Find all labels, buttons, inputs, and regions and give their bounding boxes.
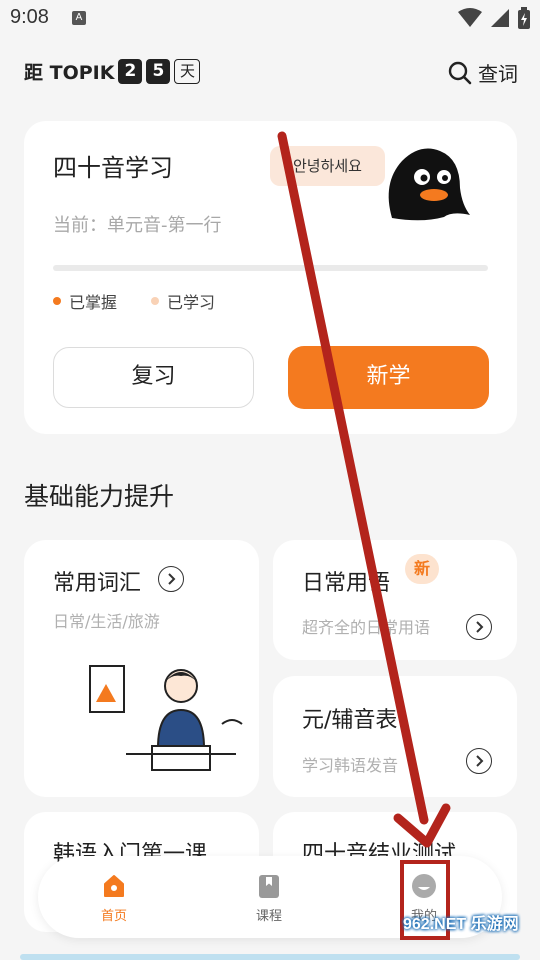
chevron-right-icon[interactable] xyxy=(158,566,184,592)
chevron-right-icon[interactable] xyxy=(466,748,492,774)
progress-bar xyxy=(53,265,488,271)
lookup-button[interactable]: 查词 xyxy=(448,58,518,87)
search-icon xyxy=(448,61,472,84)
notification-icon: A xyxy=(72,11,86,25)
chevron-right-icon[interactable] xyxy=(466,614,492,640)
greeting-bubble: 안녕하세요 xyxy=(270,146,385,186)
tab-label: 首页 xyxy=(100,909,127,924)
wifi-icon xyxy=(458,8,482,27)
signal-icon xyxy=(491,9,509,27)
legend-mastered: 已掌握 xyxy=(53,289,117,313)
profile-icon xyxy=(412,874,436,898)
countdown-prefix: 距 TOPIK xyxy=(24,62,115,84)
bottom-strip xyxy=(20,954,520,960)
status-icons xyxy=(458,7,530,29)
status-bar: 9:08 A xyxy=(0,0,540,38)
card-subtitle: 日常/生活/旅游 xyxy=(53,612,160,631)
card-title: 日常用语 xyxy=(302,571,391,596)
watermark-text: 962.NET 乐游网 xyxy=(403,916,519,933)
section-title: 基础能力提升 xyxy=(24,482,175,511)
countdown-digit: 2 xyxy=(118,59,143,84)
topik-countdown[interactable]: 距 TOPIK 2 5 天 xyxy=(24,58,201,85)
new-study-button[interactable]: 新学 xyxy=(288,346,489,409)
tab-course[interactable]: 课程 xyxy=(229,871,309,924)
tab-home[interactable]: 首页 xyxy=(74,871,154,924)
new-badge: 新 xyxy=(405,554,439,584)
lookup-label: 查词 xyxy=(478,62,518,86)
legend-label: 已学习 xyxy=(167,293,216,312)
countdown-unit: 天 xyxy=(174,59,201,84)
alphabet-study-card[interactable]: 四十音学习 안녕하세요 当前：单元音-第一行 已掌握 已学习 复习 新学 xyxy=(24,121,517,434)
legend-label: 已掌握 xyxy=(69,293,118,312)
header: 距 TOPIK 2 5 天 查词 xyxy=(24,58,518,88)
home-icon xyxy=(104,875,124,897)
card-title: 元/辅音表 xyxy=(302,708,398,733)
card-subtitle: 超齐全的日常用语 xyxy=(302,618,431,637)
legend-dot xyxy=(151,297,160,305)
countdown-digit: 5 xyxy=(146,59,171,84)
card-title: 四十音学习 xyxy=(53,154,173,182)
status-time: 9:08 xyxy=(10,6,49,28)
vowels-consonants-card[interactable]: 元/辅音表 学习韩语发音 xyxy=(273,676,517,797)
daily-phrases-card[interactable]: 日常用语 新 超齐全的日常用语 xyxy=(273,540,517,660)
bookmark-icon xyxy=(259,875,279,898)
card-title: 常用词汇 xyxy=(53,571,142,596)
card-subtitle: 学习韩语发音 xyxy=(302,756,399,775)
legend-dot xyxy=(53,297,61,305)
progress-legend: 已掌握 已学习 xyxy=(53,289,215,313)
current-lesson: 当前：单元音-第一行 xyxy=(53,215,222,236)
review-button[interactable]: 复习 xyxy=(53,347,254,408)
mascot-icon xyxy=(388,148,470,221)
student-illustration xyxy=(89,665,243,771)
vocab-card[interactable]: 常用词汇 日常/生活/旅游 xyxy=(24,540,259,797)
watermark-logo: 962.NET 乐游网 xyxy=(403,913,535,955)
tab-label: 课程 xyxy=(255,909,282,924)
legend-learned: 已学习 xyxy=(151,289,215,313)
battery-icon xyxy=(518,7,530,29)
